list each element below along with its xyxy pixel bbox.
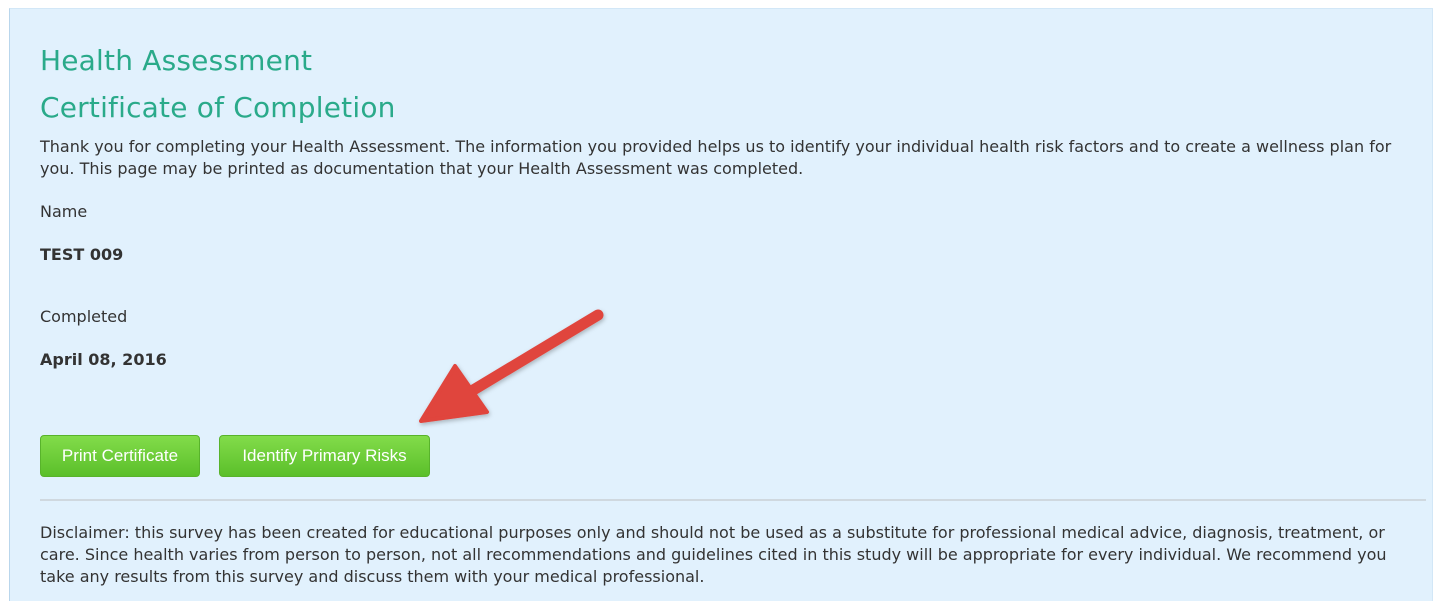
intro-text: Thank you for completing your Health Ass…	[40, 137, 1392, 178]
disclaimer-text: Disclaimer: this survey has been created…	[40, 523, 1387, 586]
name-label: Name	[40, 202, 88, 221]
print-certificate-button[interactable]: Print Certificate	[40, 435, 200, 477]
certificate-title: Certificate of Completion	[40, 91, 396, 124]
completed-date-value: April 08, 2016	[40, 350, 167, 369]
name-value: TEST 009	[40, 245, 124, 264]
certificate-panel: Health Assessment Certificate of Complet…	[9, 8, 1433, 601]
identify-primary-risks-button[interactable]: Identify Primary Risks	[219, 435, 430, 477]
completed-label: Completed	[40, 307, 128, 326]
divider	[40, 499, 1426, 501]
page-title: Health Assessment	[40, 44, 313, 77]
